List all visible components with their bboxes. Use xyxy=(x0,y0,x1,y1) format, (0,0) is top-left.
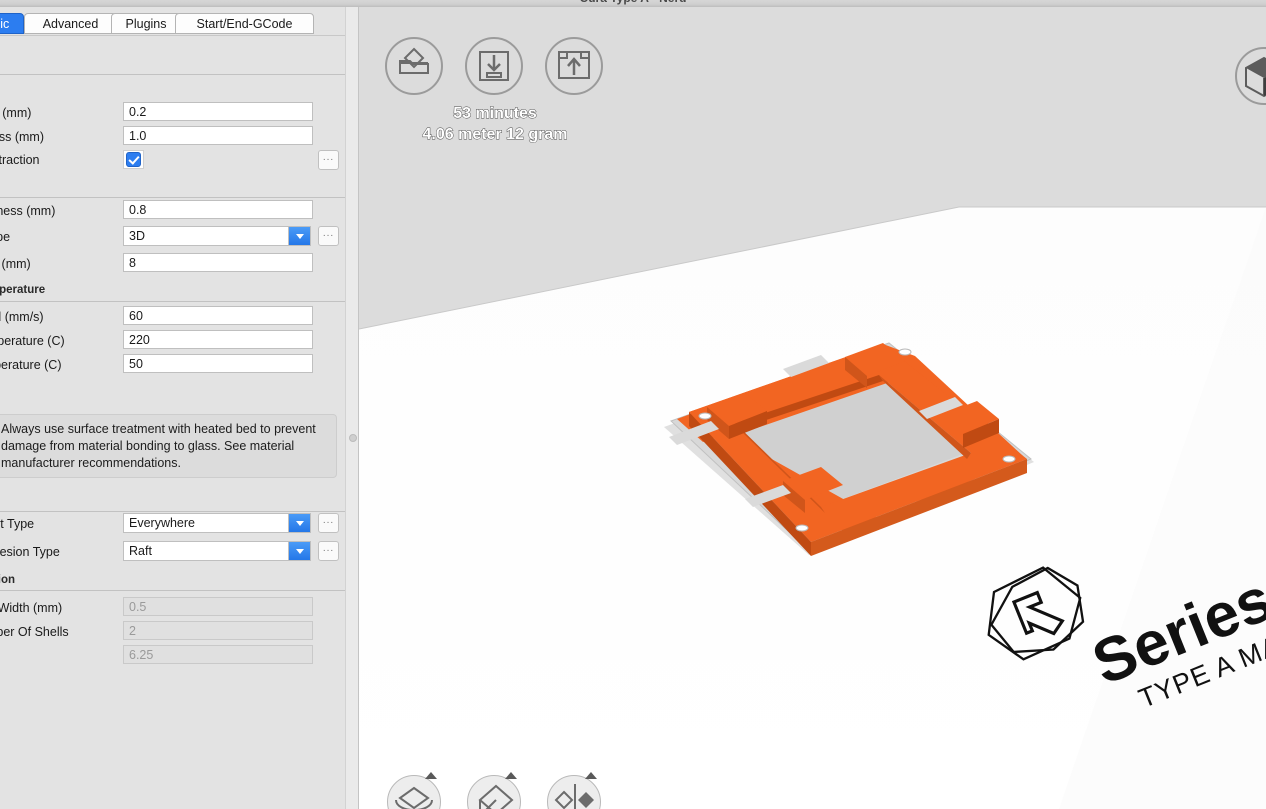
tab-start-end-gcode[interactable]: Start/End-GCode xyxy=(175,13,314,34)
material-usage-stat: 4.06 meter 12 gram xyxy=(422,126,568,144)
section-divider-speed xyxy=(0,301,345,302)
combo-fill-pattern-type[interactable]: 3D xyxy=(123,226,311,246)
section-divider-support xyxy=(0,511,345,512)
tab-basic[interactable]: Basic xyxy=(0,13,24,34)
input-shell-thickness[interactable] xyxy=(123,126,313,145)
label-support-type: Support Type xyxy=(0,517,35,531)
combo-value-adhesion-type: Raft xyxy=(129,544,152,558)
move-icon xyxy=(395,786,433,809)
input-layer-height[interactable] xyxy=(123,102,313,121)
support-type-options-button[interactable]: ... xyxy=(318,513,339,533)
label-bottom-top-thickness: Bottom/Top Thickness (mm) xyxy=(0,204,56,218)
upload-share-icon xyxy=(558,51,590,79)
retraction-options-button[interactable]: ... xyxy=(318,150,339,170)
open-folder-icon xyxy=(399,47,429,74)
fill-pattern-options-button[interactable]: ... xyxy=(318,226,339,246)
label-enable-retraction: Enable retraction xyxy=(0,153,40,167)
input-print-speed[interactable] xyxy=(123,306,313,325)
material-warning-infobox: Always use surface treatment with heated… xyxy=(0,414,337,478)
label-extrusion-width: Extrusion Width (mm) xyxy=(0,601,63,615)
save-download-icon xyxy=(479,51,509,81)
share-print-button[interactable] xyxy=(545,37,603,95)
panel-splitter[interactable] xyxy=(345,7,359,809)
settings-panel-body: Quality Layer height (mm) Shell thicknes… xyxy=(0,35,345,809)
scale-tool-indicator[interactable] xyxy=(505,772,517,779)
load-model-button[interactable] xyxy=(385,37,443,95)
chevron-down-icon[interactable] xyxy=(288,542,310,560)
label-layer-height: Layer height (mm) xyxy=(0,106,32,120)
checkbox-enable-retraction[interactable] xyxy=(126,152,141,167)
label-fill-pattern-type: Fill Pattern Type xyxy=(0,230,11,244)
infobox-line-1: Always use surface treatment with heated… xyxy=(1,422,316,436)
settings-tabbar: Basic Advanced Plugins Start/End-GCode xyxy=(0,13,345,35)
adhesion-type-options-button[interactable]: ... xyxy=(318,541,339,561)
move-tool-button[interactable] xyxy=(387,775,441,809)
section-header-quality: Quality xyxy=(0,58,285,70)
label-platform-adhesion-type: Platform Adhesion Type xyxy=(0,545,60,559)
combo-value-fill-pattern: 3D xyxy=(129,229,145,243)
chevron-down-icon[interactable] xyxy=(288,514,310,532)
print-time-stat: 53 minutes xyxy=(453,105,537,123)
section-header-extrusion: Extrusion xyxy=(0,574,16,586)
cura-application-window: Cura Type A - Nerd Basic Advanced Plugin… xyxy=(0,0,1266,809)
3d-viewport[interactable]: Series 1 TYPE A MACHINES xyxy=(359,7,1266,809)
mirror-tool-indicator[interactable] xyxy=(585,772,597,779)
save-toolpath-button[interactable] xyxy=(465,37,523,95)
section-divider-quality xyxy=(0,74,345,75)
section-header-support: Support xyxy=(0,495,285,507)
input-extrusion-width[interactable] xyxy=(123,597,313,616)
mirror-tool-button[interactable] xyxy=(547,775,601,809)
tab-plugins[interactable]: Plugins xyxy=(111,13,181,34)
infobox-line-3: manufacturer recommendations. xyxy=(1,456,181,470)
scale-icon xyxy=(478,784,514,809)
label-printing-temperature: Printing Temperature (C) xyxy=(0,334,65,348)
label-print-speed: Print speed (mm/s) xyxy=(0,310,44,324)
infobox-line-2: damage from material bonding to glass. S… xyxy=(1,439,295,453)
input-bed-temperature[interactable] xyxy=(123,354,313,373)
combo-platform-adhesion-type[interactable]: Raft xyxy=(123,541,311,561)
input-bottom-top-thickness[interactable] xyxy=(123,200,313,219)
label-shell-thickness: Shell thickness (mm) xyxy=(0,130,44,144)
section-divider-extrusion xyxy=(0,590,345,591)
combo-support-type[interactable]: Everywhere xyxy=(123,513,311,533)
input-fill-distance[interactable] xyxy=(123,253,313,272)
view-mode-button[interactable] xyxy=(1235,47,1266,105)
input-extrusion-extra[interactable] xyxy=(123,645,313,664)
section-header-fill: Fill xyxy=(0,181,285,193)
section-divider-fill xyxy=(0,197,345,198)
input-printing-temperature[interactable] xyxy=(123,330,313,349)
settings-panel: Basic Advanced Plugins Start/End-GCode Q… xyxy=(0,7,345,809)
label-number-of-shells: Number Of Shells xyxy=(0,625,69,639)
mirror-icon xyxy=(554,784,594,809)
combo-value-support-type: Everywhere xyxy=(129,516,195,530)
cube-icon xyxy=(1245,56,1266,98)
input-number-of-shells[interactable] xyxy=(123,621,313,640)
move-tool-indicator[interactable] xyxy=(425,772,437,779)
label-fill-distance: Fill Distance (mm) xyxy=(0,257,31,271)
tab-advanced[interactable]: Advanced xyxy=(24,13,117,34)
window-title: Cura Type A - Nerd xyxy=(0,0,1266,5)
splitter-grip-handle[interactable] xyxy=(349,434,357,442)
scale-tool-button[interactable] xyxy=(467,775,521,809)
chevron-down-icon[interactable] xyxy=(288,227,310,245)
label-bed-temperature: Bed Temperature (C) xyxy=(0,358,62,372)
section-header-speed-temperature: Speed and Temperature xyxy=(0,284,46,296)
